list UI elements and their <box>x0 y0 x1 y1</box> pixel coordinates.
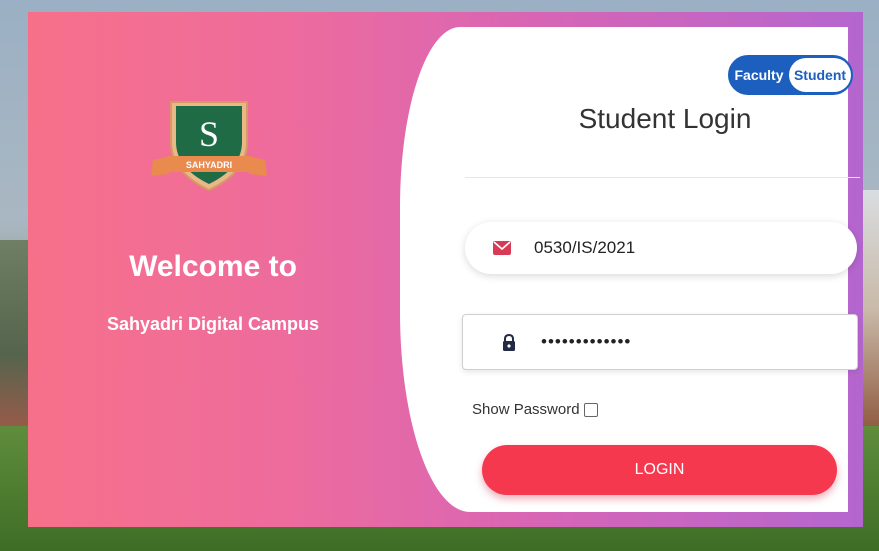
show-password-row: Show Password <box>472 401 598 418</box>
sahyadri-logo: S SAHYADRI <box>151 101 267 192</box>
logo-ribbon-text: SAHYADRI <box>186 160 232 170</box>
login-card: S SAHYADRI Welcome to Sahyadri Digital C… <box>28 12 863 527</box>
title-divider <box>465 177 860 178</box>
role-toggle[interactable]: Faculty Student <box>728 55 853 95</box>
envelope-icon <box>492 238 512 258</box>
welcome-panel: S SAHYADRI Welcome to Sahyadri Digital C… <box>28 12 398 527</box>
login-panel: Faculty Student Student Login 0530/IS/20… <box>400 27 860 512</box>
background-building-left <box>0 240 30 430</box>
welcome-heading: Welcome to <box>129 250 297 283</box>
show-password-label: Show Password <box>472 401 580 418</box>
lock-icon <box>499 332 519 352</box>
logo-letter: S <box>199 114 219 154</box>
role-option-faculty[interactable]: Faculty <box>730 67 788 83</box>
campus-name: Sahyadri Digital Campus <box>106 314 320 334</box>
password-input[interactable] <box>541 332 841 352</box>
username-input[interactable] <box>534 238 834 258</box>
password-field[interactable] <box>462 314 858 370</box>
page-title: Student Login <box>578 103 752 134</box>
show-password-checkbox[interactable] <box>583 402 598 417</box>
username-field[interactable] <box>465 222 857 274</box>
role-option-student[interactable]: Student <box>789 58 851 92</box>
login-button[interactable]: LOGIN <box>482 445 837 495</box>
